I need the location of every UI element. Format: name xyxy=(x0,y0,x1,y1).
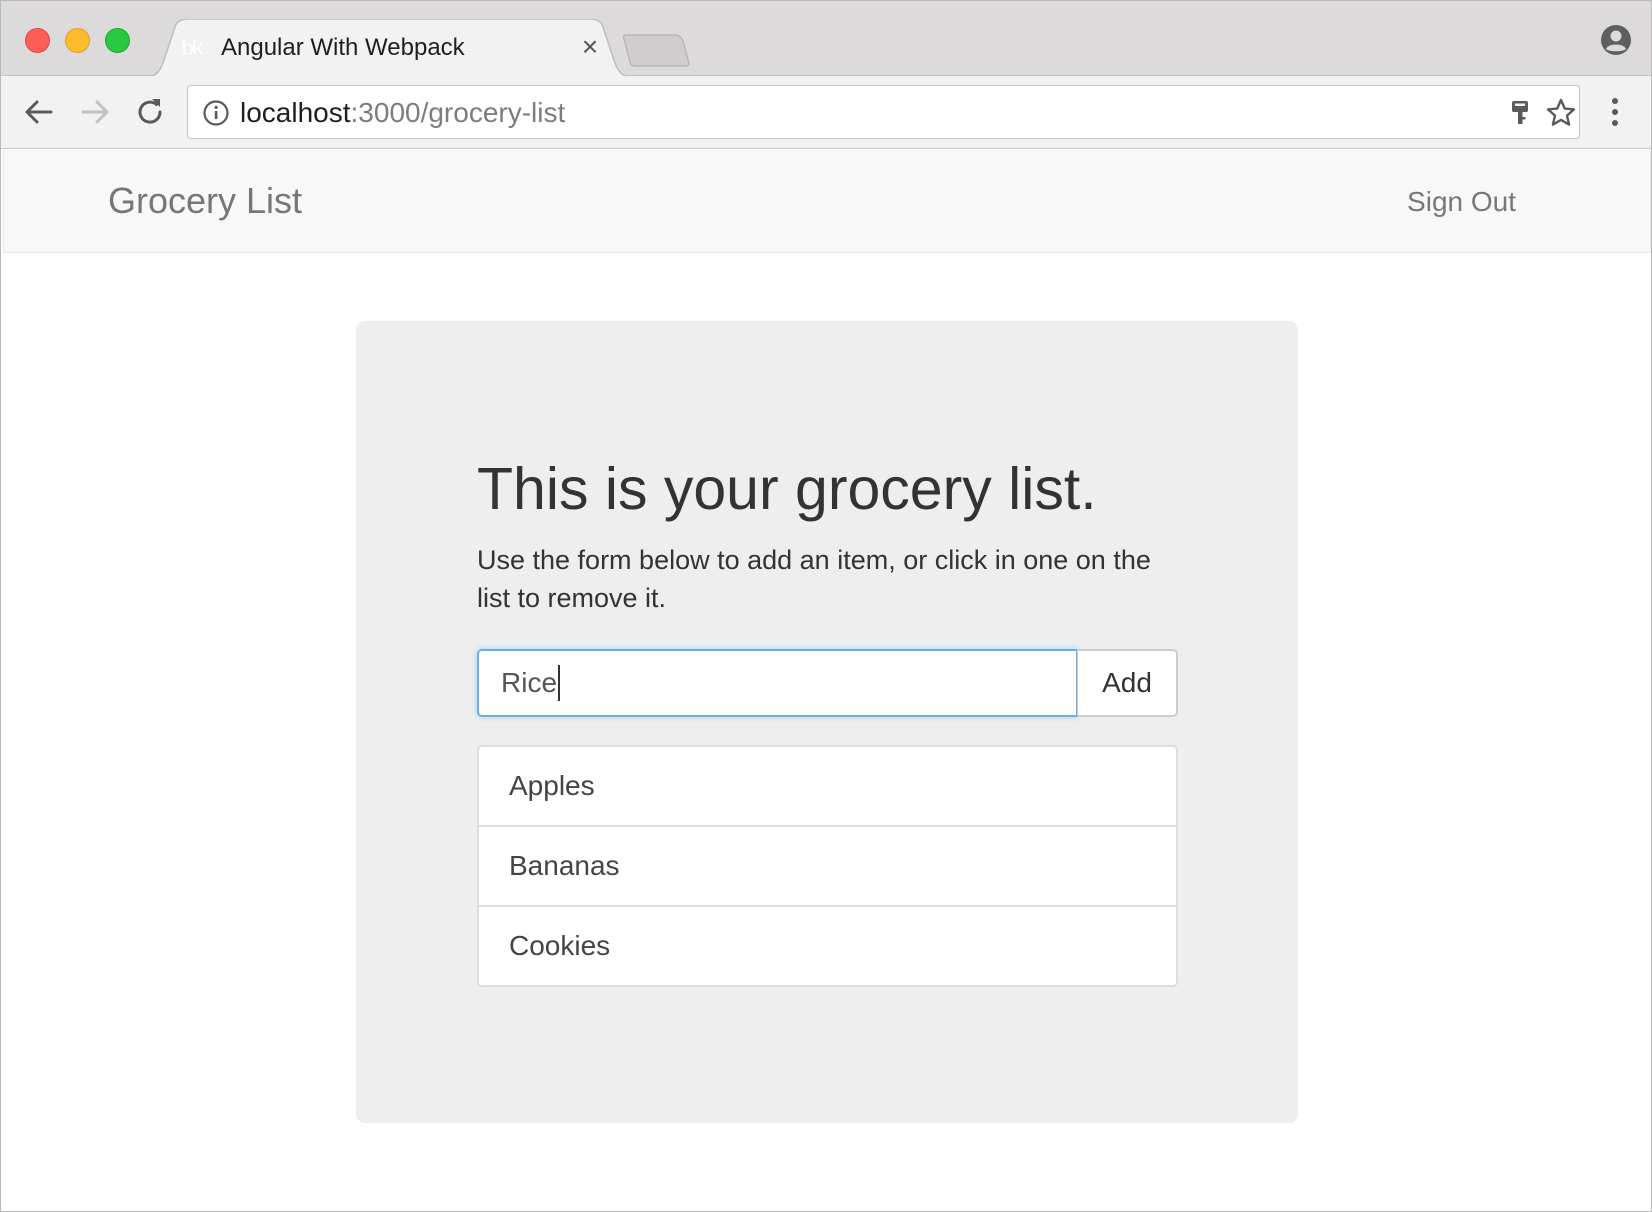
reload-icon[interactable] xyxy=(132,94,168,130)
menu-dots-icon[interactable] xyxy=(1601,94,1629,130)
instructions-text: Use the form below to add an item, or cl… xyxy=(477,545,1151,613)
url-path: :3000/grocery-list xyxy=(350,97,566,128)
star-icon[interactable] xyxy=(1545,97,1577,129)
url-text[interactable]: localhost:3000/grocery-list xyxy=(240,96,565,130)
key-icon[interactable] xyxy=(1508,99,1532,127)
add-item-form: Add xyxy=(477,649,1178,717)
browser-window: bk Angular With Webpack × localhost:3000… xyxy=(0,0,1652,1212)
list-item-cookies[interactable]: Cookies xyxy=(479,905,1176,985)
maximize-window-button[interactable] xyxy=(105,28,130,53)
minimize-window-button[interactable] xyxy=(65,28,90,53)
forward-arrow-icon[interactable] xyxy=(77,94,113,130)
sign-out-link[interactable]: Sign Out xyxy=(1407,184,1516,220)
address-bar[interactable]: localhost:3000/grocery-list xyxy=(187,85,1580,139)
add-button[interactable]: Add xyxy=(1077,649,1178,717)
page-content: Grocery List Sign Out This is your groce… xyxy=(1,150,1651,1211)
close-window-button[interactable] xyxy=(25,28,50,53)
profile-icon[interactable] xyxy=(1599,23,1633,57)
navbar-brand[interactable]: Grocery List xyxy=(108,180,302,222)
list-item-apples[interactable]: Apples xyxy=(479,747,1176,825)
back-arrow-icon[interactable] xyxy=(21,94,57,130)
tab-title[interactable]: Angular With Webpack xyxy=(221,33,465,63)
browser-toolbar: localhost:3000/grocery-list xyxy=(1,76,1651,149)
page-title: This is your grocery list. xyxy=(477,456,1097,522)
new-tab-button[interactable] xyxy=(623,33,691,67)
info-icon[interactable] xyxy=(202,99,230,127)
tab-close-icon[interactable]: × xyxy=(575,31,605,63)
text-caret xyxy=(558,665,560,701)
grocery-panel: This is your grocery list. Use the form … xyxy=(356,321,1298,1123)
item-input[interactable] xyxy=(477,649,1078,717)
grocery-list: Apples Bananas Cookies xyxy=(477,745,1178,987)
tab-strip: bk Angular With Webpack × xyxy=(1,1,1651,77)
tab-favicon-icon: bk xyxy=(181,35,204,60)
url-host: localhost xyxy=(240,97,351,128)
app-navbar: Grocery List Sign Out xyxy=(3,150,1651,253)
list-item-bananas[interactable]: Bananas xyxy=(479,825,1176,905)
